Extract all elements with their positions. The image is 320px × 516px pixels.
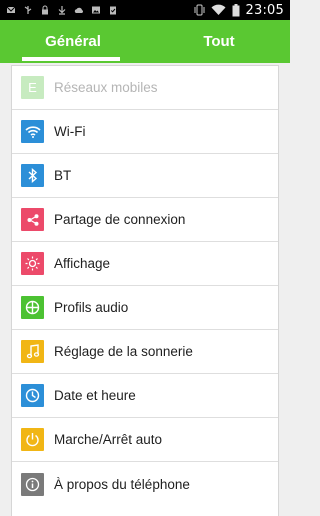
wifi-icon	[21, 120, 44, 143]
clock-time: 23:05	[245, 2, 284, 18]
settings-item-about-phone[interactable]: À propos du téléphone	[12, 462, 278, 506]
settings-item-date-time[interactable]: Date et heure	[12, 374, 278, 418]
tab-tout[interactable]: Tout	[190, 20, 248, 63]
settings-item-wifi[interactable]: Wi-Fi	[12, 110, 278, 154]
settings-item-label: Wi-Fi	[54, 124, 86, 139]
wifi-icon	[211, 4, 226, 16]
message-icon	[6, 6, 16, 13]
settings-item-ringtone[interactable]: Réglage de la sonnerie	[12, 330, 278, 374]
settings-item-label: Partage de connexion	[54, 212, 186, 227]
clipboard-icon	[110, 6, 116, 15]
settings-item-audio-profiles[interactable]: Profils audio	[12, 286, 278, 330]
settings-item-label: Date et heure	[54, 388, 136, 403]
audio-profile-icon	[21, 296, 44, 319]
notification-icons	[0, 5, 118, 15]
info-icon	[21, 472, 44, 496]
usb-icon	[24, 6, 32, 14]
settings-item-label: Réglage de la sonnerie	[54, 344, 193, 359]
settings-item-auto-power[interactable]: Marche/Arrêt auto	[12, 418, 278, 462]
active-tab-indicator	[22, 57, 120, 61]
bluetooth-icon	[21, 164, 44, 187]
photo-icon	[92, 6, 100, 14]
settings-item-tethering[interactable]: Partage de connexion	[12, 198, 278, 242]
brightness-icon	[21, 252, 44, 275]
settings-item-bt[interactable]: BT	[12, 154, 278, 198]
tab-bar: Général Tout	[0, 20, 290, 63]
status-bar: 23:05	[0, 0, 290, 20]
settings-item-label: À propos du téléphone	[54, 476, 190, 492]
lock-icon	[42, 5, 48, 15]
music-note-icon	[21, 340, 44, 363]
power-icon	[21, 428, 44, 451]
clock-icon	[21, 384, 44, 407]
settings-item-label: Profils audio	[54, 300, 129, 315]
settings-item-label: Affichage	[54, 256, 111, 271]
battery-icon	[232, 3, 240, 16]
cloud-icon	[74, 7, 84, 13]
settings-item-label: BT	[54, 168, 72, 183]
settings-list: E Réseaux mobiles Wi-Fi BT Partage de co…	[11, 65, 279, 516]
settings-item-mobile-networks[interactable]: E Réseaux mobiles	[12, 66, 278, 110]
settings-item-label: Marche/Arrêt auto	[54, 432, 163, 447]
download-icon	[58, 6, 66, 15]
share-icon	[21, 208, 44, 231]
vibrate-icon	[194, 4, 205, 16]
settings-item-display[interactable]: Affichage	[12, 242, 278, 286]
settings-item-label: Réseaux mobiles	[54, 80, 158, 95]
mobile-networks-icon: E	[21, 76, 44, 99]
system-icons: 23:05	[194, 3, 290, 18]
